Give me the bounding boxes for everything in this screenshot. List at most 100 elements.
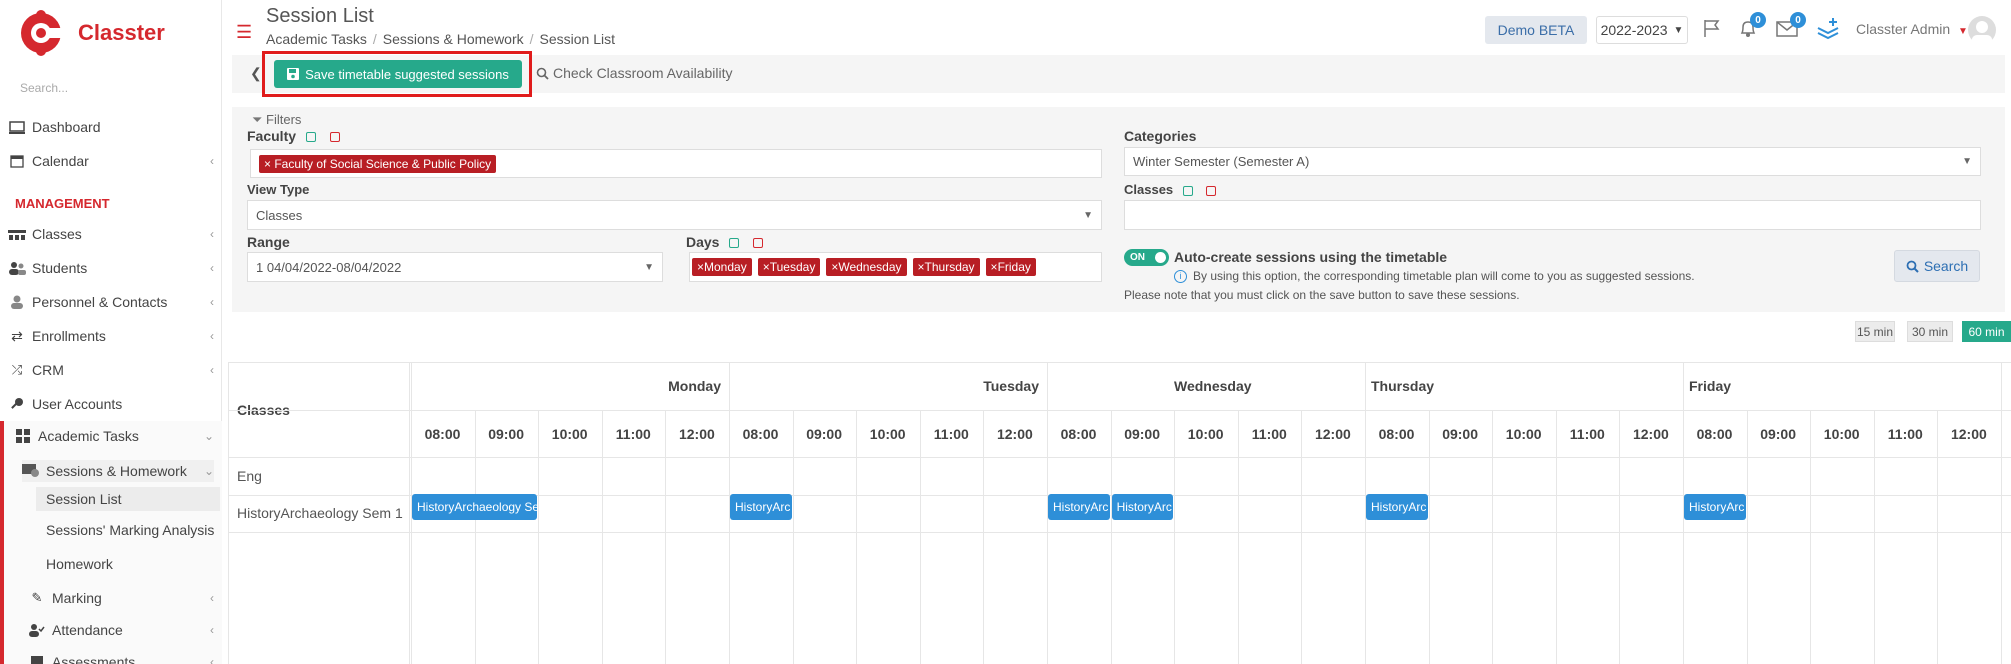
sidebar-search-input[interactable]: Search... (20, 81, 68, 95)
select-all-checkbox-icon[interactable] (729, 238, 740, 249)
day-header: Tuesday (983, 378, 1039, 394)
grid-line (1937, 410, 1939, 664)
deselect-all-icon[interactable] (329, 132, 340, 143)
app-name: Classter (78, 20, 165, 45)
layers-icon[interactable] (1816, 16, 1840, 43)
faculty-select[interactable]: × Faculty of Social Science & Public Pol… (250, 149, 1102, 178)
day-tag[interactable]: ×Friday (985, 258, 1036, 276)
hour-header: 08:00 (742, 426, 779, 442)
grid-line (1873, 410, 1875, 664)
sidebar-item-dashboard[interactable]: Dashboard (8, 119, 214, 135)
app-logo[interactable]: Classter (18, 10, 165, 56)
sidebar-item-academic-tasks[interactable]: Academic Tasks ⌄ (14, 428, 214, 444)
categories-select[interactable]: Winter Semester (Semester A) ▼ (1124, 147, 1981, 176)
caret-down-icon: ▼ (1962, 156, 1972, 167)
sidebar-subitem-marking-analysis[interactable]: Sessions' Marking Analysis (46, 522, 214, 538)
class-row-label: HistoryArchaeology Sem 1 C (237, 505, 407, 521)
range-value: 1 04/04/2022-08/04/2022 (256, 259, 402, 275)
chevron-down-icon: ⌄ (203, 429, 214, 443)
day-tag-label: Wednesday (838, 260, 902, 274)
faculty-tag[interactable]: × Faculty of Social Science & Public Pol… (259, 154, 497, 173)
check-square-icon (28, 655, 46, 664)
grid-line (409, 362, 410, 664)
class-row-label: Eng (237, 468, 262, 484)
sidebar-item-marking[interactable]: ✎ Marking ‹ (28, 590, 214, 606)
session-event[interactable]: HistoryArchaeology Se (412, 494, 538, 520)
search-button[interactable]: Search (1894, 250, 1980, 282)
person-icon (8, 295, 26, 309)
sidebar-subitem-homework[interactable]: Homework (46, 556, 113, 572)
view-type-select[interactable]: Classes ▼ (247, 200, 1102, 230)
sidebar-item-calendar[interactable]: Calendar ‹ (8, 153, 214, 169)
sidebar-item-personnel[interactable]: Personnel & Contacts ‹ (8, 294, 214, 310)
days-label: Days (686, 234, 764, 250)
notifications-bell-icon[interactable]: 0 (1738, 12, 1766, 41)
faculty-label: Faculty (247, 128, 340, 144)
demo-beta-button[interactable]: Demo BETA (1485, 16, 1587, 44)
deselect-all-icon[interactable] (753, 238, 764, 249)
classes-icon (8, 227, 26, 241)
hour-header: 08:00 (424, 426, 461, 442)
grid-line (1555, 410, 1557, 664)
hour-header: 09:00 (488, 426, 524, 442)
breadcrumb: Academic Tasks / Sessions & Homework / S… (266, 31, 615, 47)
sidebar-item-students[interactable]: Students ‹ (8, 260, 214, 276)
classes-filter-label-text: Classes (1124, 182, 1174, 197)
breadcrumb-item[interactable]: Sessions & Homework (383, 31, 524, 47)
range-label: Range (247, 234, 290, 250)
range-select[interactable]: 1 04/04/2022-08/04/2022 ▼ (247, 252, 663, 282)
sidebar-item-enrollments[interactable]: ⇄ Enrollments ‹ (8, 328, 214, 345)
zoom-15-button[interactable]: 15 min (1855, 321, 1895, 342)
sidebar-subitem-session-list[interactable]: Session List (36, 487, 220, 511)
classes-select[interactable] (1124, 200, 1981, 230)
user-menu[interactable]: Classter Admin ▼ (1856, 21, 1968, 37)
zoom-30-button[interactable]: 30 min (1907, 321, 1953, 342)
hamburger-menu-icon[interactable]: ☰ (236, 22, 252, 43)
chevron-left-icon: ‹ (210, 655, 214, 664)
day-tag[interactable]: ×Monday (692, 258, 752, 276)
hour-header: 10:00 (869, 426, 906, 442)
session-event[interactable]: HistoryArc (1684, 494, 1746, 520)
select-all-checkbox-icon[interactable] (305, 132, 316, 143)
sidebar-item-sessions-homework[interactable]: Sessions & Homework ⌄ (22, 460, 214, 482)
grid-line (919, 410, 921, 664)
hour-header: 11:00 (1887, 426, 1923, 442)
session-event[interactable]: HistoryArc (1048, 494, 1110, 520)
hour-header: 10:00 (1505, 426, 1542, 442)
sidebar-item-crm[interactable]: ⤮ CRM ‹ (8, 362, 214, 378)
session-event[interactable]: HistoryArc (730, 494, 792, 520)
caret-down-icon: ▼ (1083, 209, 1093, 221)
hour-header: 08:00 (1060, 426, 1097, 442)
faculty-tag-label: Faculty of Social Science & Public Polic… (274, 156, 492, 171)
deselect-all-icon[interactable] (1206, 185, 1217, 196)
hour-header: 09:00 (806, 426, 842, 442)
session-event[interactable]: HistoryArc (1366, 494, 1428, 520)
back-arrow-icon[interactable]: ❮ (250, 65, 262, 82)
hour-header: 09:00 (1124, 426, 1160, 442)
chevron-left-icon: ‹ (210, 329, 214, 343)
zoom-60-button[interactable]: 60 min (1962, 321, 2011, 342)
classter-logo-icon (21, 10, 64, 56)
sidebar-item-assessments[interactable]: Assessments ‹ (28, 654, 214, 664)
days-select[interactable]: ×Monday ×Tuesday ×Wednesday ×Thursday ×F… (689, 252, 1102, 282)
grid-line (601, 410, 603, 664)
auto-create-info: i By using this option, the correspondin… (1174, 269, 1695, 283)
select-all-checkbox-icon[interactable] (1182, 185, 1193, 196)
auto-create-toggle[interactable]: ON (1124, 249, 1169, 266)
sidebar-item-user-accounts[interactable]: User Accounts (8, 396, 214, 412)
breadcrumb-item[interactable]: Academic Tasks (266, 31, 367, 47)
day-tag[interactable]: ×Tuesday (757, 258, 821, 276)
check-classroom-availability-button[interactable]: Check Classroom Availability (536, 65, 732, 81)
breadcrumb-separator: / (529, 31, 534, 47)
session-event[interactable]: HistoryArc (1111, 494, 1174, 520)
academic-year-dropdown[interactable]: 2022-2023 ▼ (1596, 16, 1688, 44)
avatar[interactable] (1968, 16, 1996, 44)
classes-filter-label: Classes (1124, 182, 1217, 197)
messages-envelope-icon[interactable]: 0 (1776, 12, 1806, 41)
day-tag[interactable]: ×Wednesday (826, 258, 907, 276)
flag-icon[interactable] (1702, 18, 1722, 41)
sidebar-item-attendance[interactable]: Attendance ‹ (28, 622, 214, 638)
day-tag[interactable]: ×Thursday (912, 258, 980, 276)
sidebar-item-label: Marking (52, 590, 102, 606)
sidebar-item-classes[interactable]: Classes ‹ (8, 226, 214, 242)
